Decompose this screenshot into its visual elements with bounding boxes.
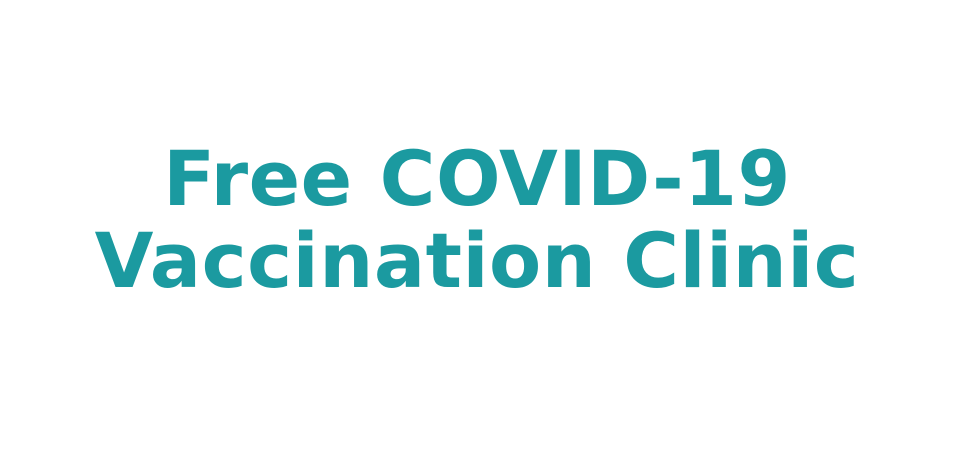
headline-line-2: Vaccination Clinic [94,216,860,305]
headline: Free COVID-19 Vaccination Clinic [0,138,954,302]
banner-canvas: Free COVID-19 Vaccination Clinic [0,0,954,468]
headline-line-1: Free COVID-19 [163,134,791,223]
